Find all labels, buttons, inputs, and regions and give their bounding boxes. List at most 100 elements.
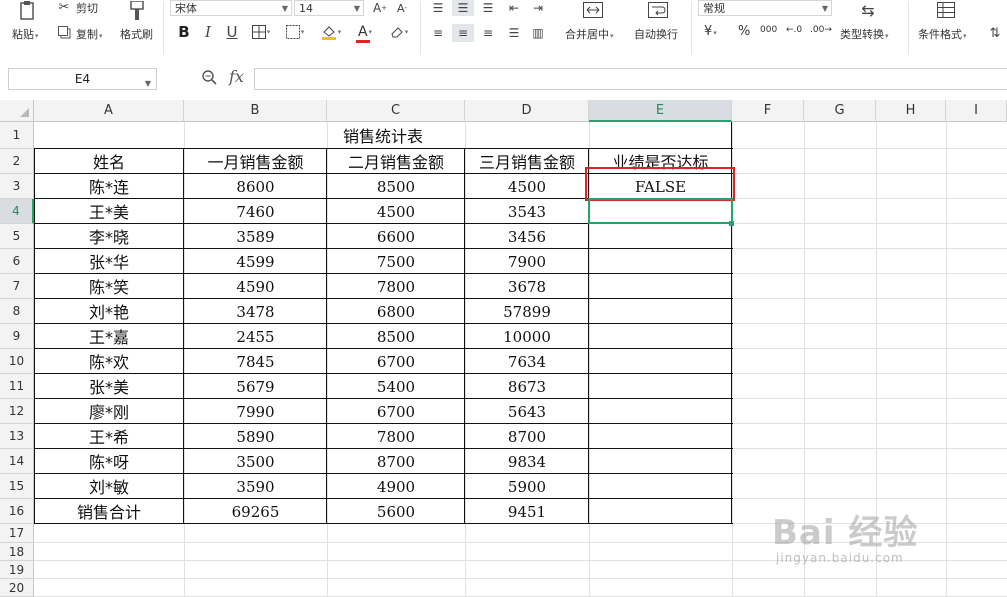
align-bottom-icon[interactable]: ☰: [478, 0, 498, 16]
value-cell[interactable]: [589, 449, 732, 474]
formula-input[interactable]: [254, 68, 1007, 90]
value-cell[interactable]: 3589: [184, 224, 327, 249]
value-cell[interactable]: 7500: [327, 249, 465, 274]
row-header-8[interactable]: 8: [0, 299, 34, 324]
align-right-icon[interactable]: ≡: [478, 24, 498, 42]
conditional-format-icon[interactable]: [933, 0, 959, 20]
value-cell[interactable]: 7990: [184, 399, 327, 424]
value-cell[interactable]: [589, 349, 732, 374]
value-cell[interactable]: [589, 399, 732, 424]
wrap-text-icon[interactable]: [645, 0, 671, 20]
value-cell[interactable]: 9451: [465, 499, 589, 524]
border-icon[interactable]: ▾: [248, 22, 274, 42]
row-header-14[interactable]: 14: [0, 449, 34, 474]
decrease-font-icon[interactable]: A-: [392, 0, 412, 16]
select-all-corner[interactable]: [0, 100, 34, 122]
value-cell[interactable]: 4590: [184, 274, 327, 299]
row-header-19[interactable]: 19: [0, 561, 34, 579]
value-cell[interactable]: 6600: [327, 224, 465, 249]
fill-handle[interactable]: [729, 221, 734, 226]
row-header-20[interactable]: 20: [0, 579, 34, 597]
convert-icon[interactable]: ⇆: [855, 0, 881, 20]
name-cell[interactable]: 陈*呀: [34, 449, 184, 474]
value-cell[interactable]: 5643: [465, 399, 589, 424]
value-cell[interactable]: 8500: [327, 324, 465, 349]
font-name-select[interactable]: 宋体 ▼: [170, 0, 292, 16]
fill-color-icon[interactable]: ▾: [316, 22, 346, 42]
column-header-i[interactable]: I: [946, 100, 1007, 122]
row-header-10[interactable]: 10: [0, 349, 34, 374]
value-cell[interactable]: [589, 374, 732, 399]
align-middle-icon[interactable]: ☰: [452, 0, 474, 16]
value-cell[interactable]: 8700: [327, 449, 465, 474]
row-header-11[interactable]: 11: [0, 374, 34, 399]
align-left-icon[interactable]: ≡: [428, 24, 448, 42]
column-header-e[interactable]: E: [589, 100, 732, 122]
name-cell[interactable]: 陈*笑: [34, 274, 184, 299]
name-cell[interactable]: 陈*连: [34, 174, 184, 199]
eraser-icon[interactable]: ▾: [384, 22, 414, 42]
value-cell[interactable]: 5900: [465, 474, 589, 499]
row-header-6[interactable]: 6: [0, 249, 34, 274]
value-cell[interactable]: [589, 224, 732, 249]
name-cell[interactable]: 销售合计: [34, 499, 184, 524]
value-cell[interactable]: 7800: [327, 274, 465, 299]
name-cell[interactable]: 李*晓: [34, 224, 184, 249]
align-top-icon[interactable]: ☰: [428, 0, 448, 16]
header-cell[interactable]: 三月销售金额: [465, 149, 589, 174]
value-cell[interactable]: 4500: [327, 199, 465, 224]
column-header-g[interactable]: G: [804, 100, 876, 122]
value-cell[interactable]: [589, 499, 732, 524]
increase-decimal-button[interactable]: ←.0: [786, 25, 802, 35]
row-header-4[interactable]: 4: [0, 199, 34, 224]
bold-button[interactable]: B: [174, 22, 194, 42]
value-cell[interactable]: 3456: [465, 224, 589, 249]
name-cell[interactable]: 张*华: [34, 249, 184, 274]
value-cell[interactable]: 7800: [327, 424, 465, 449]
row-header-13[interactable]: 13: [0, 424, 34, 449]
merge-center-icon[interactable]: [580, 0, 606, 20]
value-cell[interactable]: 4900: [327, 474, 465, 499]
zoom-icon[interactable]: [202, 70, 217, 89]
cell-style-icon[interactable]: ▾: [282, 22, 308, 42]
column-header-d[interactable]: D: [465, 100, 589, 122]
name-cell[interactable]: 王*美: [34, 199, 184, 224]
value-cell[interactable]: 7460: [184, 199, 327, 224]
cut-button[interactable]: 剪切: [76, 0, 98, 16]
column-header-a[interactable]: A: [34, 100, 184, 122]
justify-icon[interactable]: ☰: [504, 24, 524, 42]
name-cell[interactable]: 刘*敏: [34, 474, 184, 499]
value-cell[interactable]: [589, 424, 732, 449]
active-cell-selection[interactable]: [588, 198, 733, 224]
copy-button[interactable]: 复制▾: [76, 26, 103, 42]
row-header-18[interactable]: 18: [0, 543, 34, 561]
value-cell[interactable]: 5400: [327, 374, 465, 399]
increase-font-icon[interactable]: A +: [370, 0, 390, 16]
row-header-12[interactable]: 12: [0, 399, 34, 424]
value-cell[interactable]: [589, 324, 732, 349]
column-header-c[interactable]: C: [327, 100, 465, 122]
name-cell[interactable]: 王*嘉: [34, 324, 184, 349]
conditional-format-button[interactable]: 条件格式▾: [918, 26, 967, 42]
value-cell[interactable]: 5679: [184, 374, 327, 399]
name-cell[interactable]: 张*美: [34, 374, 184, 399]
copy-icon[interactable]: [56, 24, 72, 40]
currency-button[interactable]: ¥▾: [704, 24, 717, 39]
insert-function-icon[interactable]: fx: [229, 67, 244, 86]
value-cell[interactable]: 6700: [327, 399, 465, 424]
value-cell[interactable]: 3678: [465, 274, 589, 299]
value-cell[interactable]: 57899: [465, 299, 589, 324]
value-cell[interactable]: 2455: [184, 324, 327, 349]
row-header-17[interactable]: 17: [0, 524, 34, 543]
name-cell[interactable]: 刘*艳: [34, 299, 184, 324]
align-center-icon[interactable]: ≡: [452, 24, 474, 42]
value-cell[interactable]: 8673: [465, 374, 589, 399]
outdent-icon[interactable]: ⇤: [504, 0, 524, 16]
font-size-select[interactable]: 14 ▼: [294, 0, 364, 16]
value-cell[interactable]: [589, 299, 732, 324]
wrap-text-button[interactable]: 自动换行: [634, 26, 678, 42]
indent-icon[interactable]: ⇥: [528, 0, 548, 16]
distributed-icon[interactable]: ▥: [528, 24, 548, 42]
value-cell[interactable]: [589, 474, 732, 499]
value-cell[interactable]: 9834: [465, 449, 589, 474]
